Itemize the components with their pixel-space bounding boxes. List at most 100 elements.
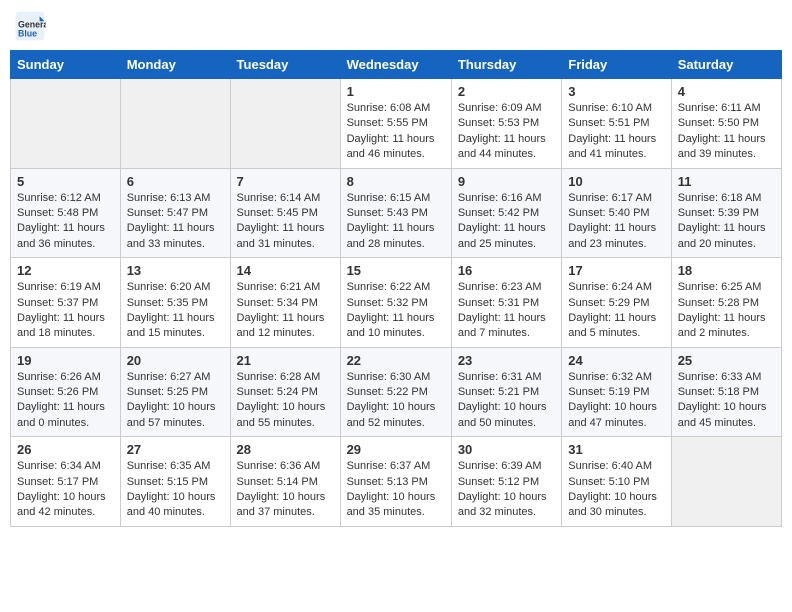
day-info: Sunrise: 6:39 AM Sunset: 5:12 PM Dayligh… [458, 459, 555, 521]
day-number: 14 [237, 263, 334, 278]
calendar-cell: 15 Sunrise: 6:22 AM Sunset: 5:32 PM Dayli… [340, 258, 451, 348]
day-info: Sunrise: 6:19 AM Sunset: 5:37 PM Dayligh… [17, 280, 114, 342]
day-info: Sunrise: 6:27 AM Sunset: 5:25 PM Dayligh… [127, 370, 224, 432]
logo: General Blue [14, 10, 50, 42]
calendar-cell: 1Sunrise: 6:08 AM Sunset: 5:55 PM Daylig… [340, 79, 451, 169]
day-number: 6 [127, 174, 224, 189]
day-info: Sunrise: 6:32 AM Sunset: 5:19 PM Dayligh… [568, 370, 664, 432]
day-info: Sunrise: 6:24 AM Sunset: 5:29 PM Dayligh… [568, 280, 664, 342]
calendar-header-friday: Friday [562, 51, 671, 79]
calendar-header-thursday: Thursday [451, 51, 561, 79]
calendar-cell: 11 Sunrise: 6:18 AM Sunset: 5:39 PM Dayli… [671, 168, 781, 258]
calendar-cell: 28 Sunrise: 6:36 AM Sunset: 5:14 PM Dayli… [230, 437, 340, 527]
calendar-cell: 24 Sunrise: 6:32 AM Sunset: 5:19 PM Dayli… [562, 347, 671, 437]
day-info: Sunrise: 6:26 AM Sunset: 5:26 PM Dayligh… [17, 370, 114, 432]
calendar-cell: 30 Sunrise: 6:39 AM Sunset: 5:12 PM Dayli… [451, 437, 561, 527]
calendar-cell: 27Sunrise: 6:35 AM Sunset: 5:15 PM Dayli… [120, 437, 230, 527]
day-number: 30 [458, 442, 555, 457]
calendar-cell: 22 Sunrise: 6:30 AM Sunset: 5:22 PM Dayli… [340, 347, 451, 437]
day-number: 25 [678, 353, 775, 368]
calendar-cell: 31 Sunrise: 6:40 AM Sunset: 5:10 PM Dayli… [562, 437, 671, 527]
day-info: Sunrise: 6:22 AM Sunset: 5:32 PM Dayligh… [347, 280, 445, 342]
day-number: 15 [347, 263, 445, 278]
day-info: Sunrise: 6:30 AM Sunset: 5:22 PM Dayligh… [347, 370, 445, 432]
svg-text:Blue: Blue [18, 28, 37, 38]
day-info: Sunrise: 6:10 AM Sunset: 5:51 PM Dayligh… [568, 101, 664, 163]
calendar: SundayMondayTuesdayWednesdayThursdayFrid… [10, 50, 782, 527]
day-number: 29 [347, 442, 445, 457]
day-info: Sunrise: 6:34 AM Sunset: 5:17 PM Dayligh… [17, 459, 114, 521]
calendar-cell: 25 Sunrise: 6:33 AM Sunset: 5:18 PM Dayli… [671, 347, 781, 437]
calendar-cell: 29 Sunrise: 6:37 AM Sunset: 5:13 PM Dayli… [340, 437, 451, 527]
logo-icon: General Blue [14, 10, 46, 42]
day-info: Sunrise: 6:23 AM Sunset: 5:31 PM Dayligh… [458, 280, 555, 342]
calendar-cell [120, 79, 230, 169]
calendar-header-row: SundayMondayTuesdayWednesdayThursdayFrid… [11, 51, 782, 79]
calendar-header-saturday: Saturday [671, 51, 781, 79]
day-number: 9 [458, 174, 555, 189]
day-number: 22 [347, 353, 445, 368]
day-info: Sunrise: 6:40 AM Sunset: 5:10 PM Dayligh… [568, 459, 664, 521]
day-number: 10 [568, 174, 664, 189]
header: General Blue [10, 10, 782, 42]
calendar-cell: 26 Sunrise: 6:34 AM Sunset: 5:17 PM Dayli… [11, 437, 121, 527]
calendar-cell [671, 437, 781, 527]
day-number: 19 [17, 353, 114, 368]
day-number: 1 [347, 84, 445, 99]
day-info: Sunrise: 6:16 AM Sunset: 5:42 PM Dayligh… [458, 191, 555, 253]
day-number: 7 [237, 174, 334, 189]
day-info: Sunrise: 6:31 AM Sunset: 5:21 PM Dayligh… [458, 370, 555, 432]
day-info: Sunrise: 6:28 AM Sunset: 5:24 PM Dayligh… [237, 370, 334, 432]
page: General Blue SundayMondayTuesdayWednesda… [0, 0, 792, 537]
day-info: Sunrise: 6:12 AM Sunset: 5:48 PM Dayligh… [17, 191, 114, 253]
day-number: 17 [568, 263, 664, 278]
day-info: Sunrise: 6:33 AM Sunset: 5:18 PM Dayligh… [678, 370, 775, 432]
day-info: Sunrise: 6:36 AM Sunset: 5:14 PM Dayligh… [237, 459, 334, 521]
calendar-week-4: 26 Sunrise: 6:34 AM Sunset: 5:17 PM Dayli… [11, 437, 782, 527]
day-info: Sunrise: 6:14 AM Sunset: 5:45 PM Dayligh… [237, 191, 334, 253]
calendar-week-2: 12 Sunrise: 6:19 AM Sunset: 5:37 PM Dayli… [11, 258, 782, 348]
day-number: 28 [237, 442, 334, 457]
calendar-cell [11, 79, 121, 169]
day-number: 31 [568, 442, 664, 457]
day-info: Sunrise: 6:21 AM Sunset: 5:34 PM Dayligh… [237, 280, 334, 342]
calendar-header-monday: Monday [120, 51, 230, 79]
day-info: Sunrise: 6:37 AM Sunset: 5:13 PM Dayligh… [347, 459, 445, 521]
day-number: 26 [17, 442, 114, 457]
day-number: 12 [17, 263, 114, 278]
calendar-week-1: 5 Sunrise: 6:12 AM Sunset: 5:48 PM Daylig… [11, 168, 782, 258]
day-number: 11 [678, 174, 775, 189]
day-number: 16 [458, 263, 555, 278]
calendar-cell: 5 Sunrise: 6:12 AM Sunset: 5:48 PM Daylig… [11, 168, 121, 258]
calendar-header-wednesday: Wednesday [340, 51, 451, 79]
calendar-header-sunday: Sunday [11, 51, 121, 79]
calendar-cell: 9 Sunrise: 6:16 AM Sunset: 5:42 PM Daylig… [451, 168, 561, 258]
day-info: Sunrise: 6:35 AM Sunset: 5:15 PM Dayligh… [127, 459, 224, 521]
calendar-week-3: 19 Sunrise: 6:26 AM Sunset: 5:26 PM Dayli… [11, 347, 782, 437]
day-number: 4 [678, 84, 775, 99]
calendar-cell: 17 Sunrise: 6:24 AM Sunset: 5:29 PM Dayli… [562, 258, 671, 348]
day-info: Sunrise: 6:18 AM Sunset: 5:39 PM Dayligh… [678, 191, 775, 253]
calendar-cell: 12 Sunrise: 6:19 AM Sunset: 5:37 PM Dayli… [11, 258, 121, 348]
day-number: 3 [568, 84, 664, 99]
day-info: Sunrise: 6:13 AM Sunset: 5:47 PM Dayligh… [127, 191, 224, 253]
calendar-cell: 21Sunrise: 6:28 AM Sunset: 5:24 PM Dayli… [230, 347, 340, 437]
day-info: Sunrise: 6:20 AM Sunset: 5:35 PM Dayligh… [127, 280, 224, 342]
calendar-cell: 14 Sunrise: 6:21 AM Sunset: 5:34 PM Dayli… [230, 258, 340, 348]
calendar-cell: 13 Sunrise: 6:20 AM Sunset: 5:35 PM Dayli… [120, 258, 230, 348]
calendar-header-tuesday: Tuesday [230, 51, 340, 79]
day-info: Sunrise: 6:11 AM Sunset: 5:50 PM Dayligh… [678, 101, 775, 163]
calendar-cell: 10Sunrise: 6:17 AM Sunset: 5:40 PM Dayli… [562, 168, 671, 258]
day-number: 8 [347, 174, 445, 189]
calendar-cell: 6 Sunrise: 6:13 AM Sunset: 5:47 PM Daylig… [120, 168, 230, 258]
day-number: 18 [678, 263, 775, 278]
calendar-cell: 2Sunrise: 6:09 AM Sunset: 5:53 PM Daylig… [451, 79, 561, 169]
day-info: Sunrise: 6:15 AM Sunset: 5:43 PM Dayligh… [347, 191, 445, 253]
calendar-cell: 19 Sunrise: 6:26 AM Sunset: 5:26 PM Dayli… [11, 347, 121, 437]
calendar-cell [230, 79, 340, 169]
day-number: 5 [17, 174, 114, 189]
day-number: 13 [127, 263, 224, 278]
day-info: Sunrise: 6:09 AM Sunset: 5:53 PM Dayligh… [458, 101, 555, 163]
day-number: 24 [568, 353, 664, 368]
calendar-week-0: 1Sunrise: 6:08 AM Sunset: 5:55 PM Daylig… [11, 79, 782, 169]
